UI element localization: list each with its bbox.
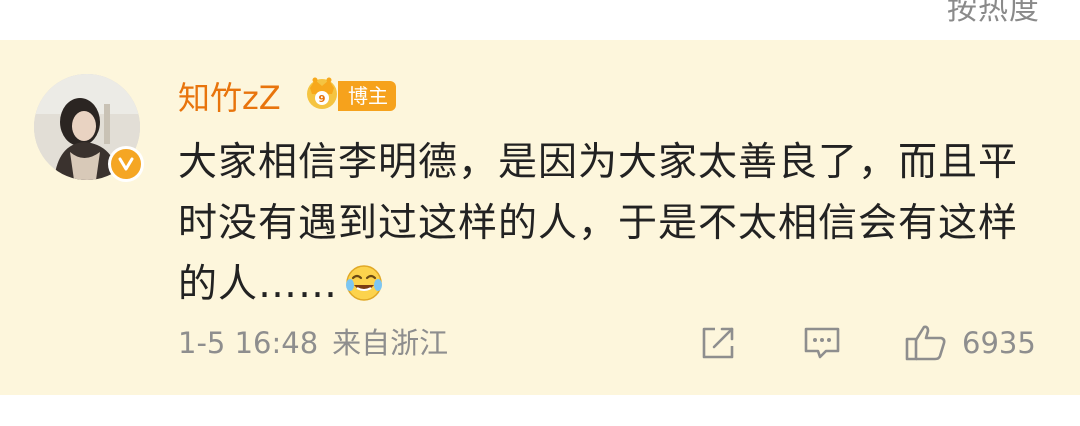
share-icon [702, 327, 734, 359]
comment-date: 1-5 16:48 [178, 326, 319, 360]
sort-bar: 按热度 [0, 0, 1080, 40]
username[interactable]: 知竹zZ [178, 78, 281, 118]
avatar[interactable] [34, 74, 144, 182]
like-count: 6935 [962, 326, 1036, 360]
verified-icon [108, 146, 144, 182]
comment-card: 知竹zZ 9 博主 大家相信李明德，是因为大家太善良了，而且平时没有遇到过这样的… [0, 40, 1080, 395]
divider [0, 395, 1080, 426]
svg-text:9: 9 [319, 94, 326, 105]
blogger-badge: 博主 [338, 81, 396, 111]
share-button[interactable] [698, 323, 738, 363]
comment-location: 来自浙江 [332, 326, 449, 360]
crown-icon: 9 [307, 77, 337, 109]
like-button[interactable]: 6935 [904, 323, 1036, 363]
comment-text: 大家相信李明德，是因为大家太善良了，而且平时没有遇到过这样的人，于是不太相信会有… [178, 140, 1019, 307]
like-icon [905, 325, 946, 361]
reply-button[interactable] [802, 323, 842, 363]
sort-by-hot-link[interactable]: 按热度 [947, 0, 1040, 28]
comment-icon [804, 327, 840, 359]
comment-meta: 1-5 16:48 来自浙江 [178, 323, 448, 363]
comment-body: 大家相信李明德，是因为大家太善良了，而且平时没有遇到过这样的人，于是不太相信会有… [178, 132, 1048, 315]
laugh-cry-emoji [346, 265, 383, 301]
